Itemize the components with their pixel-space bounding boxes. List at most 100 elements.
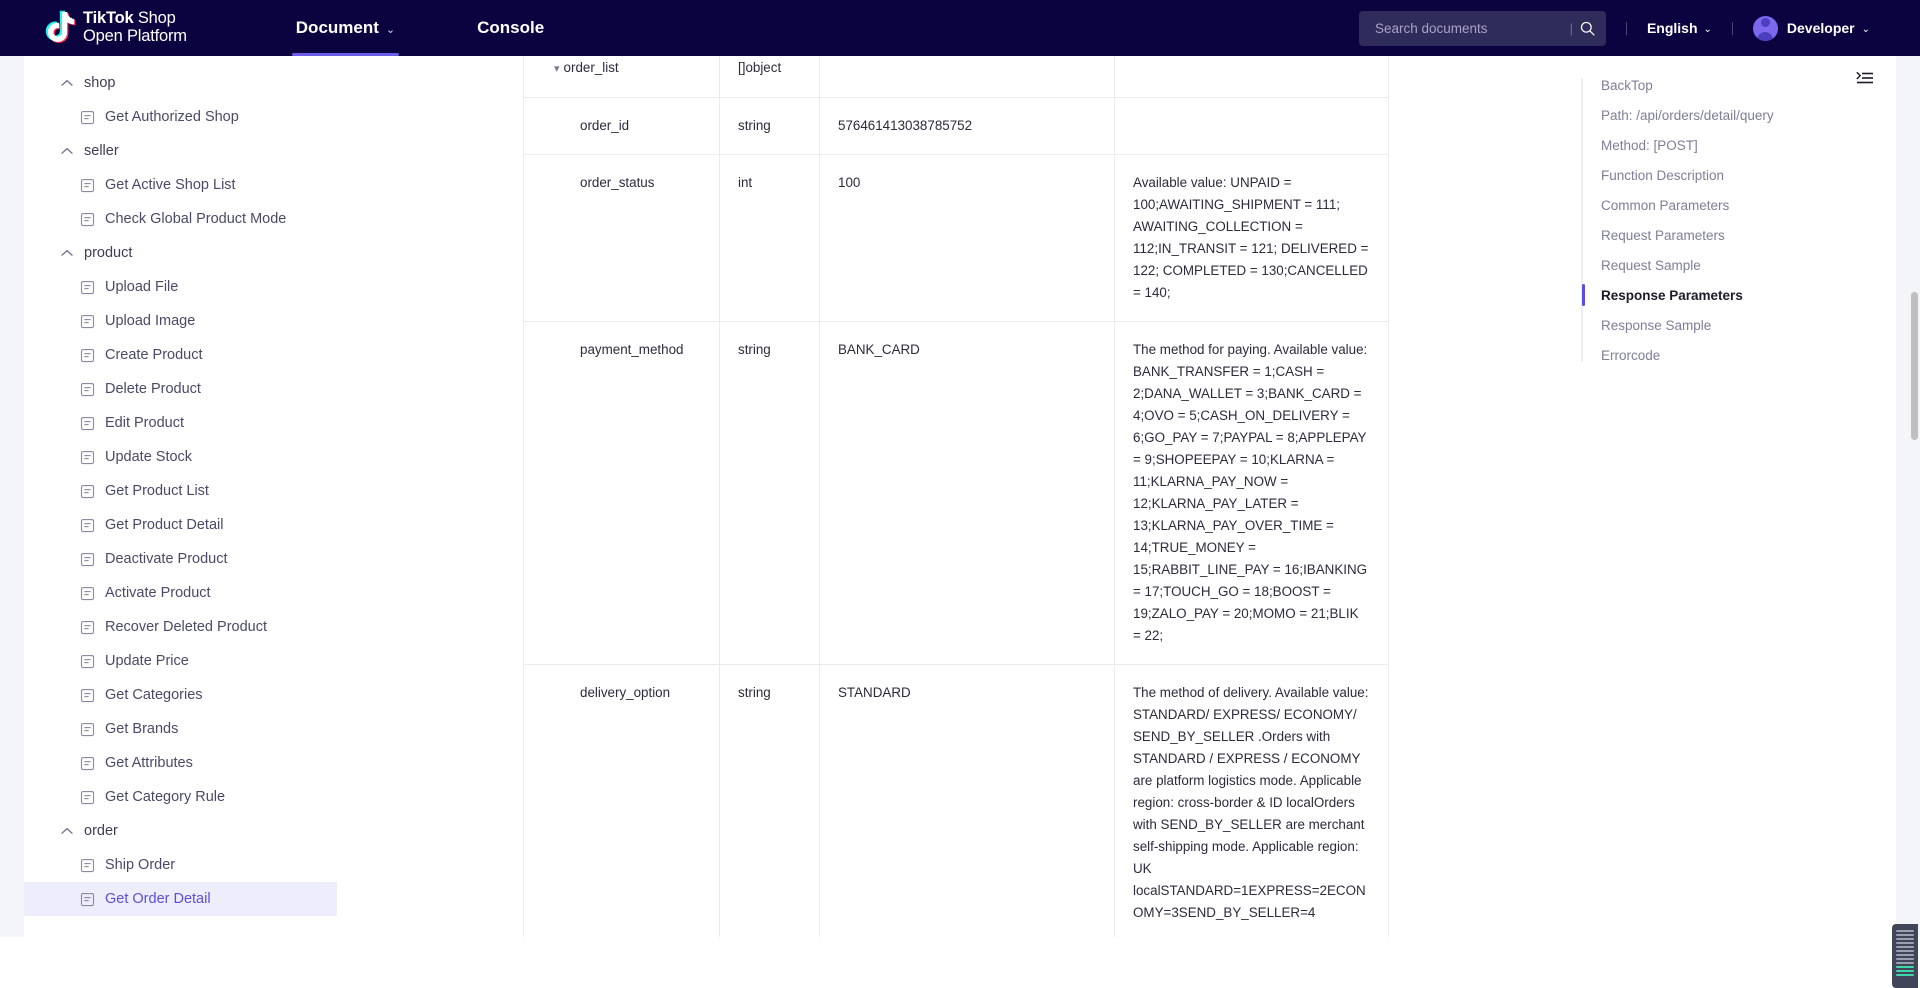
toc-item-function-description[interactable]: Function Description — [1583, 160, 1896, 190]
document-icon — [80, 484, 95, 498]
toc-item-response-parameters[interactable]: Response Parameters — [1582, 280, 1896, 310]
sidebar-item-get-attributes[interactable]: Get Attributes — [24, 746, 337, 780]
param-type-cell: string — [719, 321, 820, 665]
document-icon — [80, 858, 95, 872]
param-name: order_status — [580, 175, 655, 190]
nav-item-console[interactable]: Console — [473, 0, 548, 56]
param-value-cell: 100 — [819, 154, 1115, 322]
top-header: TikTok Shop Open Platform Document ⌄ Con… — [0, 0, 1920, 56]
table-row: order_status int 100 Available value: UNPAI… — [523, 154, 1389, 322]
sidebar-item-upload-image[interactable]: Upload Image — [24, 304, 337, 338]
document-icon — [80, 518, 95, 532]
sidebar-item-get-product-list[interactable]: Get Product List — [24, 474, 337, 508]
sidebar-item-label: Ship Order — [105, 857, 176, 873]
sidebar-group-order[interactable]: order — [24, 814, 337, 848]
sidebar-item-activate-product[interactable]: Activate Product — [24, 576, 337, 610]
param-type-cell: string — [719, 97, 820, 155]
sidebar-item-update-price[interactable]: Update Price — [24, 644, 337, 678]
page-body: shop Get Authorized Shop seller Get Active … — [0, 56, 1920, 988]
sidebar-group-label: product — [84, 245, 133, 261]
toc-item-method-post[interactable]: Method: [POST] — [1583, 130, 1896, 160]
sidebar-item-upload-file[interactable]: Upload File — [24, 270, 337, 304]
sidebar-item-label: Upload File — [105, 279, 179, 295]
toc-item-response-sample[interactable]: Response Sample — [1583, 310, 1896, 340]
sidebar-item-check-global-product-mode[interactable]: Check Global Product Mode — [24, 202, 337, 236]
search-input[interactable] — [1372, 19, 1564, 37]
param-description-cell — [1114, 56, 1389, 98]
document-icon — [80, 688, 95, 702]
sidebar-group-seller[interactable]: seller — [24, 134, 337, 168]
chevron-down-icon: ⌄ — [385, 23, 396, 36]
param-value-cell — [819, 56, 1115, 98]
user-menu[interactable]: Developer ⌄ — [1752, 15, 1870, 41]
user-name: Developer — [1786, 20, 1855, 36]
sidebar-item-get-brands[interactable]: Get Brands — [24, 712, 337, 746]
sidebar-item-get-product-detail[interactable]: Get Product Detail — [24, 508, 337, 542]
chevron-up-icon — [60, 79, 74, 87]
sidebar-item-get-authorized-shop[interactable]: Get Authorized Shop — [24, 100, 337, 134]
sidebar-item-create-product[interactable]: Create Product — [24, 338, 337, 372]
brand-logo[interactable]: TikTok Shop Open Platform — [42, 0, 187, 56]
page-scrollbar-thumb[interactable] — [1911, 292, 1918, 440]
toc-list: BackTop Path: /api/orders/detail/query Met… — [1581, 70, 1896, 370]
toc-item-backtop[interactable]: BackTop — [1583, 70, 1896, 100]
sidebar-item-label: Create Product — [105, 347, 203, 363]
search-box[interactable]: | — [1358, 10, 1606, 46]
sidebar-item-label: Get Product List — [105, 483, 209, 499]
feedback-widget[interactable] — [1892, 924, 1918, 988]
sidebar-item-label: Get Order Detail — [105, 891, 211, 907]
toc-item-errorcode[interactable]: Errorcode — [1583, 340, 1896, 370]
page-scrollbar-track[interactable] — [1908, 56, 1920, 937]
param-value-cell: BANK_CARD — [819, 321, 1115, 665]
chevron-down-icon: ⌄ — [1703, 23, 1712, 35]
document-icon — [80, 892, 95, 906]
search-divider: | — [1569, 20, 1573, 36]
sidebar-nav[interactable]: shop Get Authorized Shop seller Get Active … — [24, 56, 337, 937]
sidebar-item-label: Get Authorized Shop — [105, 109, 239, 125]
toc-item-request-sample[interactable]: Request Sample — [1583, 250, 1896, 280]
sidebar-item-label: Get Product Detail — [105, 517, 224, 533]
sidebar-item-deactivate-product[interactable]: Deactivate Product — [24, 542, 337, 576]
language-selector[interactable]: English ⌄ — [1647, 20, 1712, 36]
sidebar-item-update-stock[interactable]: Update Stock — [24, 440, 337, 474]
sidebar-item-label: Deactivate Product — [105, 551, 228, 567]
toc-item-path-api-orders-detail-query[interactable]: Path: /api/orders/detail/query — [1583, 100, 1896, 130]
param-name: delivery_option — [580, 685, 671, 700]
document-icon — [80, 212, 95, 226]
language-label: English — [1646, 20, 1698, 36]
sidebar-item-label: Check Global Product Mode — [105, 211, 287, 227]
toc-item-request-parameters[interactable]: Request Parameters — [1583, 220, 1896, 250]
sidebar-item-get-category-rule[interactable]: Get Category Rule — [24, 780, 337, 814]
row-expander-icon[interactable]: ▾ — [554, 63, 560, 75]
table-of-contents: BackTop Path: /api/orders/detail/query Met… — [1581, 56, 1896, 937]
sidebar-group-label: order — [84, 823, 118, 839]
sidebar-item-get-categories[interactable]: Get Categories — [24, 678, 337, 712]
sidebar-item-label: Get Category Rule — [105, 789, 226, 805]
sidebar-item-edit-product[interactable]: Edit Product — [24, 406, 337, 440]
sidebar-item-label: Get Attributes — [105, 755, 193, 771]
param-type-cell: string — [719, 664, 820, 937]
main-nav: Document ⌄ Console — [291, 0, 548, 56]
sidebar-item-label: Get Active Shop List — [105, 177, 236, 193]
sidebar-group-shop[interactable]: shop — [24, 66, 337, 100]
param-description-cell: Available value: UNPAID = 100;AWAITING_S… — [1114, 154, 1389, 322]
sidebar-item-get-active-shop-list[interactable]: Get Active Shop List — [24, 168, 337, 202]
param-name: order_list — [563, 60, 619, 75]
document-icon — [80, 620, 95, 634]
document-icon — [80, 314, 95, 328]
param-name-cell: delivery_option — [523, 664, 720, 937]
sidebar-group-product[interactable]: product — [24, 236, 337, 270]
sidebar-item-recover-deleted-product[interactable]: Recover Deleted Product — [24, 610, 337, 644]
sidebar-group-label: seller — [84, 143, 119, 159]
search-icon[interactable] — [1579, 20, 1596, 37]
nav-item-console-label: Console — [477, 18, 545, 37]
toc-item-common-parameters[interactable]: Common Parameters — [1583, 190, 1896, 220]
sidebar-item-label: Recover Deleted Product — [105, 619, 267, 635]
sidebar-item-label: Get Categories — [105, 687, 203, 703]
nav-item-document-label: Document — [295, 18, 379, 37]
nav-item-document[interactable]: Document ⌄ — [291, 0, 400, 56]
document-icon — [80, 450, 95, 464]
sidebar-item-ship-order[interactable]: Ship Order — [24, 848, 337, 882]
sidebar-item-delete-product[interactable]: Delete Product — [24, 372, 337, 406]
sidebar-item-get-order-detail[interactable]: Get Order Detail — [24, 882, 337, 916]
